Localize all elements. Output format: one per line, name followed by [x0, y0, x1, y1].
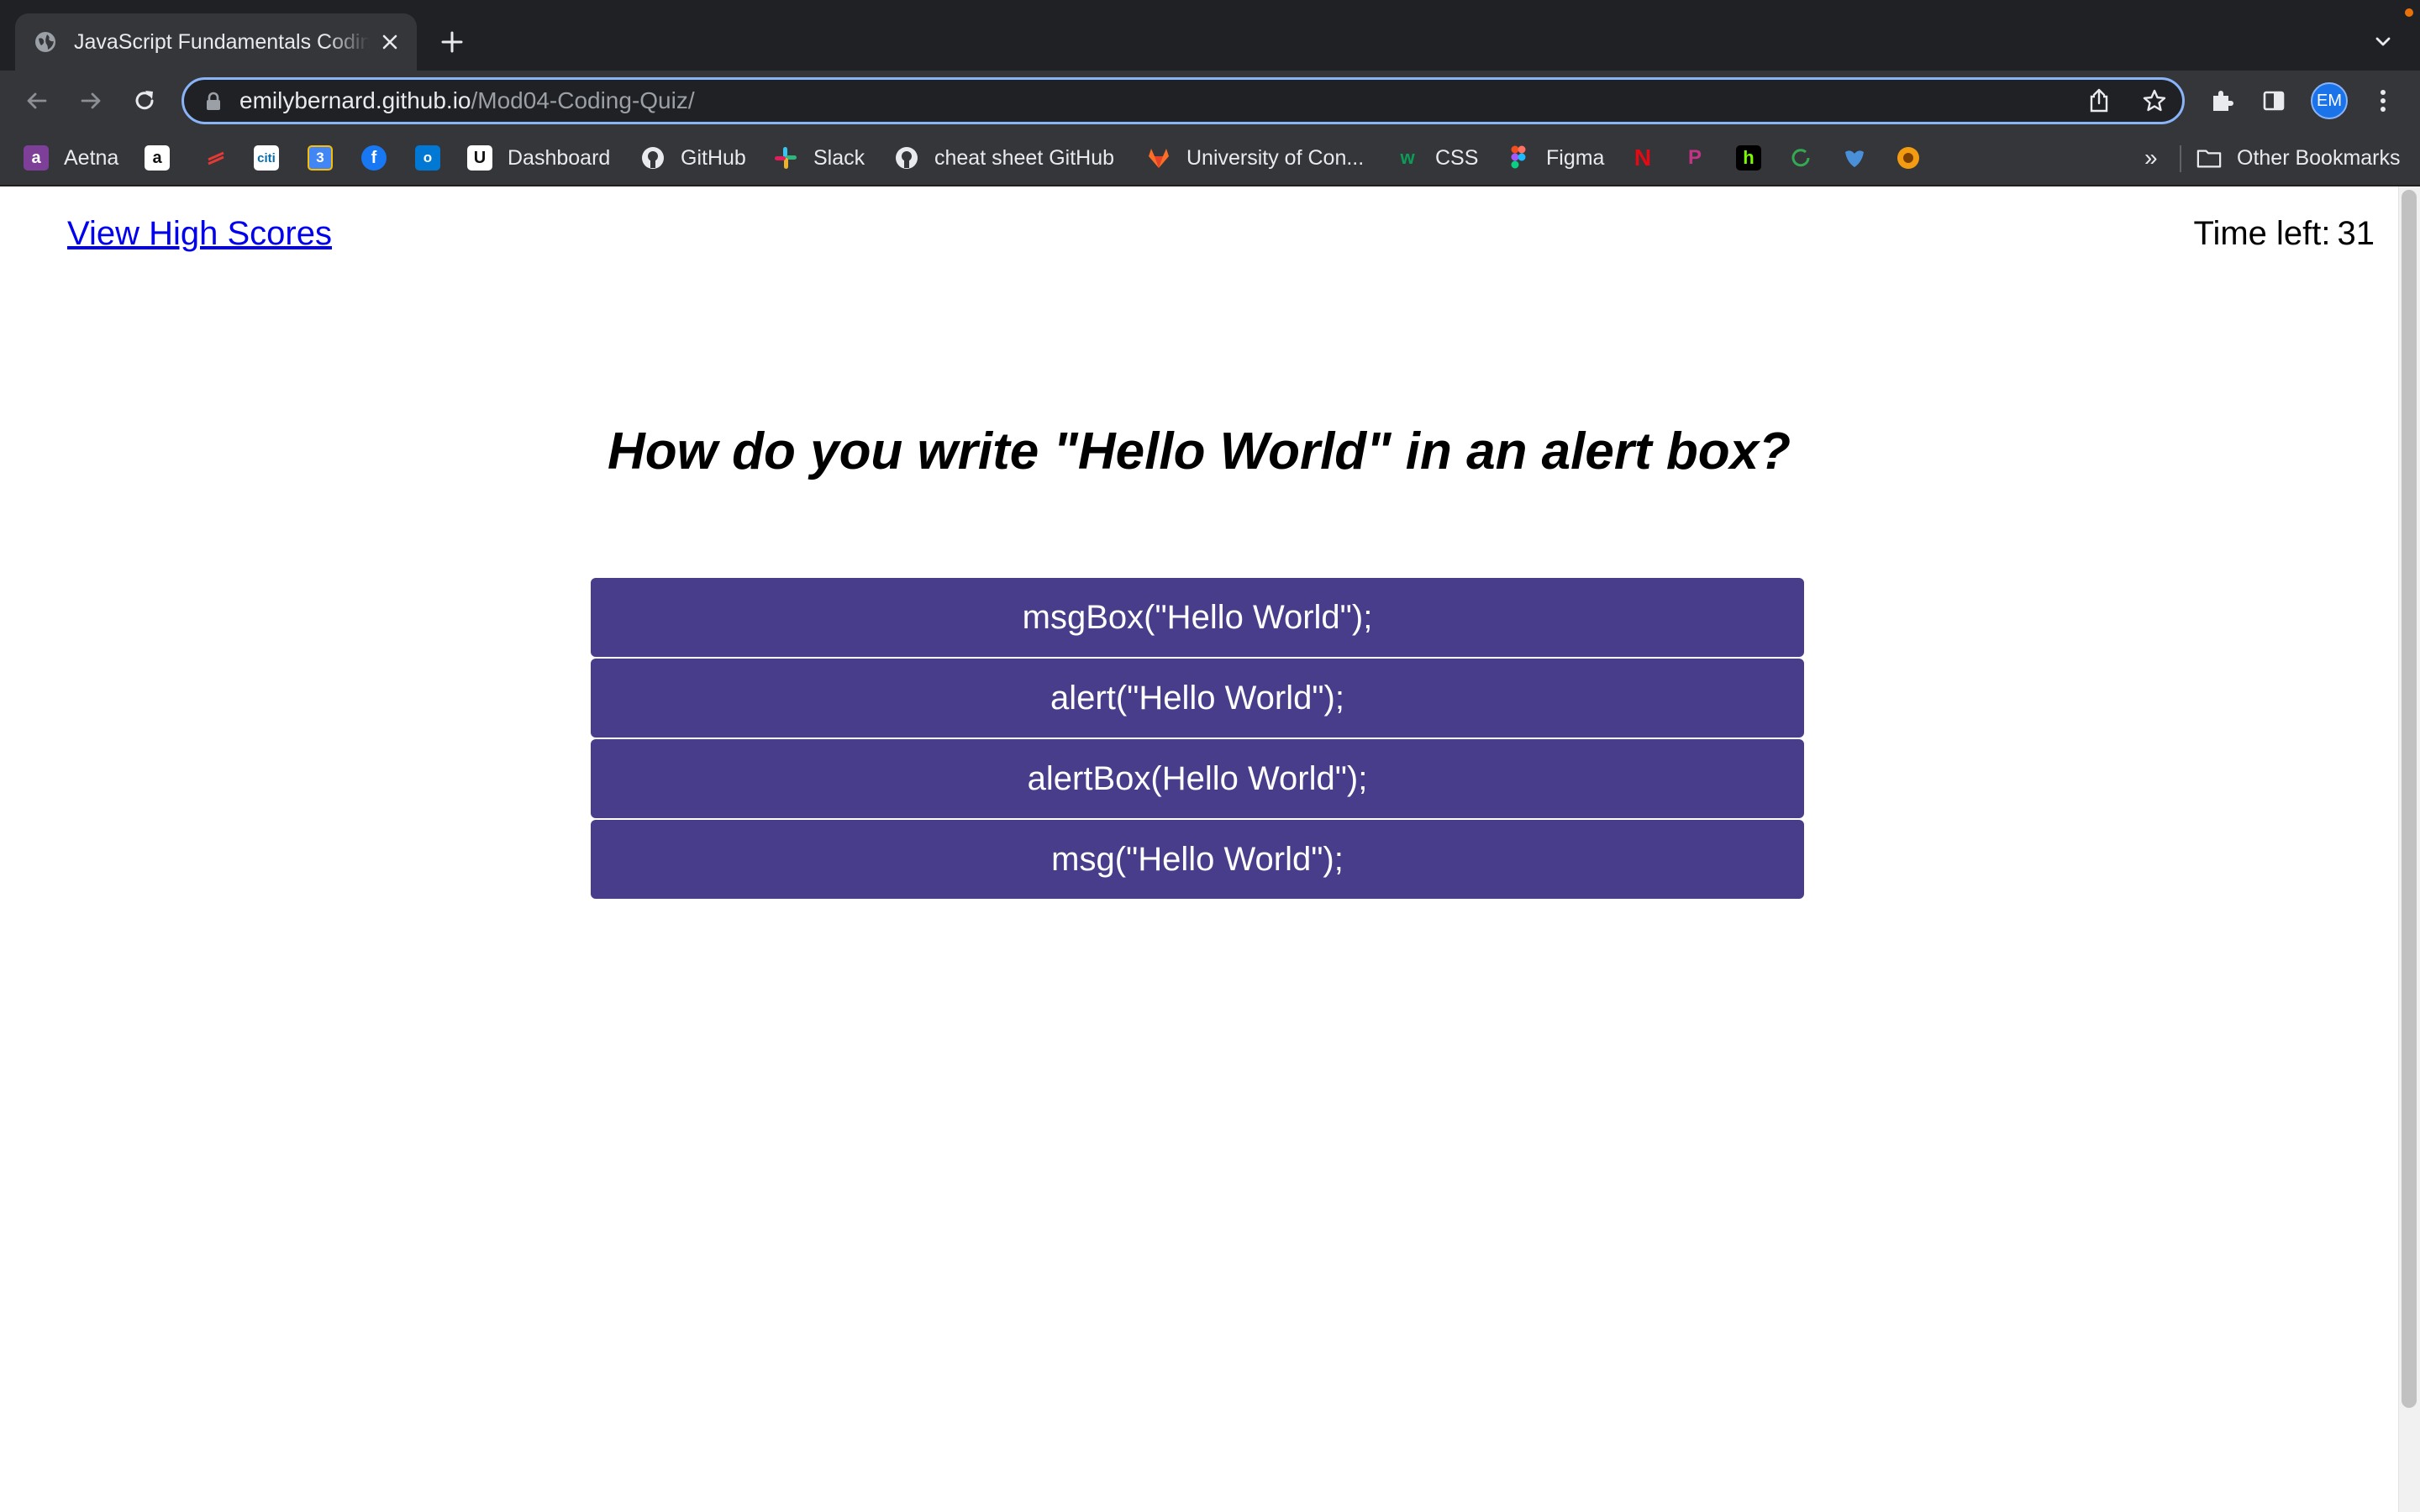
bookmark-label: Dashboard: [508, 145, 611, 170]
reload-button[interactable]: [126, 82, 163, 119]
tab-strip: JavaScript Fundamentals Coding Quiz: [0, 0, 2420, 71]
dashboard-icon: U: [467, 145, 492, 171]
url-domain: emilybernard.github.io: [239, 87, 471, 113]
bookmark-label: GitHub: [681, 145, 746, 170]
bookmark-label: CSS: [1435, 145, 1479, 170]
page-viewport: View High Scores Time left: 31 How do you…: [0, 186, 2398, 1512]
w-icon: w: [1400, 147, 1415, 168]
bookmark-label: cheat sheet GitHub: [934, 145, 1115, 170]
timer-label: Time left:: [2193, 215, 2331, 252]
h-icon: h: [1736, 145, 1761, 171]
amazon-icon: a: [145, 145, 170, 171]
active-tab[interactable]: JavaScript Fundamentals Coding Quiz: [15, 13, 417, 71]
bookmark-p[interactable]: P: [1682, 140, 1707, 176]
bookmark-figma[interactable]: Figma: [1506, 140, 1604, 176]
answer-button[interactable]: msg("Hello World");: [591, 820, 1804, 899]
bookmark-cheat-sheet-github[interactable]: cheat sheet GitHub: [894, 140, 1114, 176]
tab-search-button[interactable]: [2368, 27, 2398, 57]
bookmark-facebook[interactable]: f: [361, 140, 387, 176]
bookmark-calendar[interactable]: 3: [308, 140, 333, 176]
bookmark-label: Slack: [813, 145, 865, 170]
bookmarks-overflow-button[interactable]: »: [2144, 140, 2158, 176]
url-path: /Mod04-Coding-Quiz/: [471, 87, 695, 113]
timer-value: 31: [2337, 215, 2375, 252]
bookmark-netflix[interactable]: N: [1630, 140, 1655, 176]
plus-icon: [441, 31, 463, 53]
bookmark-sunflower[interactable]: [1896, 140, 1921, 176]
answer-button[interactable]: alertBox(Hello World");: [591, 739, 1804, 818]
bookmark-red-arrows[interactable]: [203, 140, 229, 176]
other-bookmarks-folder[interactable]: Other Bookmarks: [2196, 140, 2401, 176]
notification-dot: [2405, 8, 2413, 17]
sunflower-icon: [1896, 145, 1921, 171]
bookmark-css[interactable]: w CSS: [1395, 140, 1478, 176]
globe-icon: [34, 30, 57, 54]
bookmark-label: Figma: [1546, 145, 1605, 170]
share-icon[interactable]: [2085, 87, 2113, 115]
more-vertical-icon: [2381, 90, 2386, 112]
bookmark-label: Aetna: [64, 145, 119, 170]
back-button[interactable]: [18, 82, 55, 119]
view-high-scores-link[interactable]: View High Scores: [67, 215, 332, 253]
aetna-icon: a: [24, 145, 49, 171]
bookmark-label: University of Con...: [1186, 145, 1365, 170]
bookmark-h[interactable]: h: [1736, 140, 1761, 176]
puzzle-icon: [2213, 91, 2233, 111]
bookmark-github[interactable]: GitHub: [640, 140, 746, 176]
bookmark-star-icon[interactable]: [2140, 87, 2169, 115]
refresh-green-icon: [1788, 145, 1813, 171]
figma-icon: [1506, 145, 1531, 171]
bookmark-citi[interactable]: citi: [254, 140, 279, 176]
close-tab-icon[interactable]: [378, 30, 402, 54]
bookmark-amazon[interactable]: a: [145, 140, 170, 176]
chevron-down-icon: [2375, 37, 2391, 46]
bookmark-label: Other Bookmarks: [2237, 145, 2401, 170]
menu-button[interactable]: [2365, 82, 2402, 119]
bookmark-dashboard[interactable]: U Dashboard: [467, 140, 610, 176]
red-arrows-icon: [203, 145, 229, 171]
bookmark-refresh[interactable]: [1788, 140, 1813, 176]
slack-icon: [773, 145, 798, 171]
overflow-label: »: [2144, 144, 2158, 171]
gitlab-icon: [1146, 145, 1171, 171]
citi-icon: citi: [254, 145, 279, 171]
question-title: How do you write "Hello World" in an ale…: [608, 423, 1791, 480]
bookmark-bird[interactable]: [1842, 140, 1867, 176]
github-icon: [640, 145, 666, 171]
lock-icon: [204, 92, 223, 112]
bookmarks-bar: a Aetna a citi 3 f o U Dashboard GitHub …: [0, 131, 2420, 186]
facebook-icon: f: [361, 145, 387, 171]
netflix-icon: N: [1634, 144, 1652, 171]
forward-button[interactable]: [72, 82, 109, 119]
forward-arrow-icon: [81, 92, 101, 109]
github-icon: [894, 145, 919, 171]
extensions-button[interactable]: [2203, 82, 2240, 119]
tab-title: JavaScript Fundamentals Coding Quiz: [74, 29, 370, 54]
outlook-icon: o: [415, 145, 440, 171]
folder-icon: [2196, 145, 2222, 171]
new-tab-button[interactable]: [435, 25, 469, 59]
blue-bird-icon: [1842, 145, 1867, 171]
answer-button[interactable]: alert("Hello World");: [591, 659, 1804, 738]
bookmark-university[interactable]: University of Con...: [1146, 140, 1364, 176]
profile-avatar[interactable]: EM: [2311, 82, 2348, 119]
calendar-icon: 3: [308, 145, 333, 171]
url-text: emilybernard.github.io/Mod04-Coding-Quiz…: [239, 80, 695, 122]
back-arrow-icon: [27, 92, 47, 109]
scrollbar-thumb[interactable]: [2402, 190, 2417, 1408]
bookmark-aetna[interactable]: a Aetna: [24, 140, 118, 176]
browser-toolbar: emilybernard.github.io/Mod04-Coding-Quiz…: [0, 71, 2420, 131]
answer-button[interactable]: msgBox("Hello World");: [591, 578, 1804, 657]
bookmarks-divider: [2180, 145, 2181, 172]
address-bar[interactable]: emilybernard.github.io/Mod04-Coding-Quiz…: [182, 77, 2185, 124]
side-panel-button[interactable]: [2255, 82, 2292, 119]
answer-list: msgBox("Hello World"); alert("Hello Worl…: [591, 578, 1804, 900]
timer: Time left: 31: [2194, 215, 2375, 253]
reload-icon: [135, 91, 154, 110]
bookmark-outlook[interactable]: o: [415, 140, 440, 176]
p-icon: P: [1687, 146, 1702, 169]
side-panel-icon: [2263, 91, 2285, 111]
bookmark-slack[interactable]: Slack: [773, 140, 865, 176]
